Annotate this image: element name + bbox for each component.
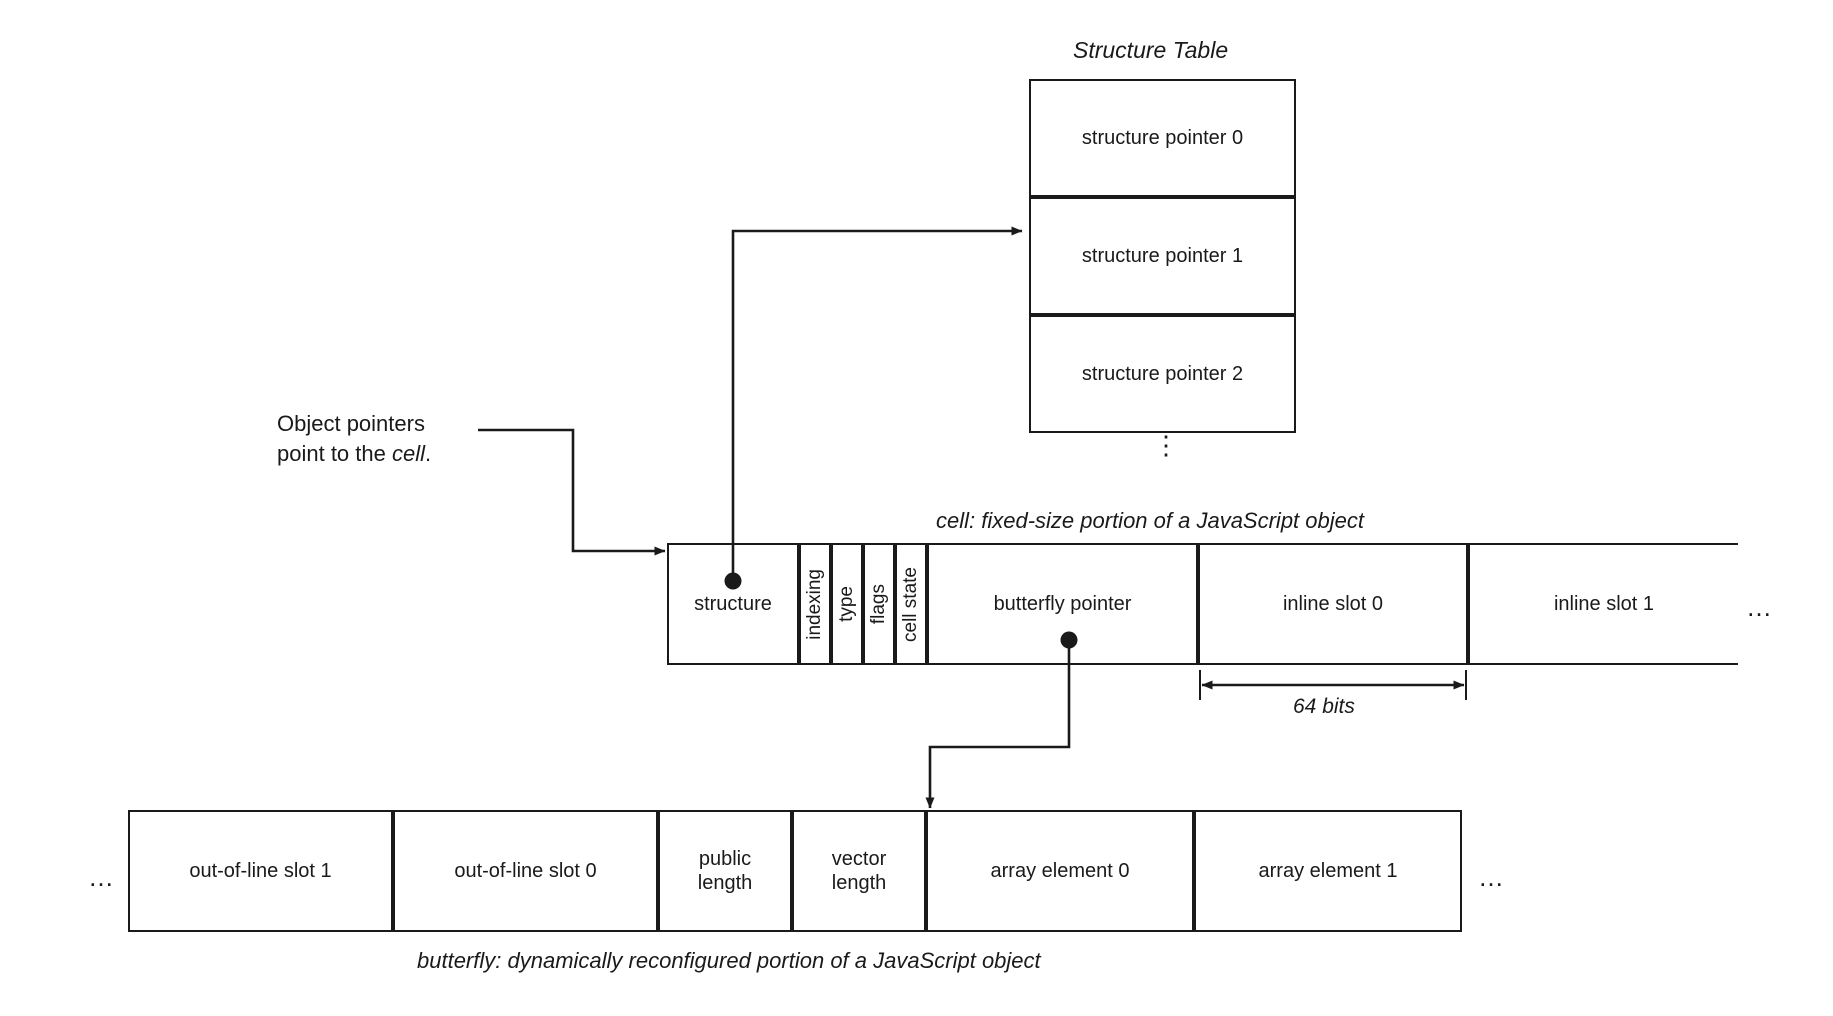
cell-field-indexing-label: indexing [803, 568, 825, 640]
structure-table-title: Structure Table [1073, 37, 1229, 63]
cell-field-inline-slot-0-label: inline slot 0 [1282, 593, 1384, 615]
cell-caption: cell: fixed-size portion of a JavaScript… [936, 508, 1364, 533]
object-pointer-annotation-line2-emphasis: cell [391, 440, 425, 466]
cell-field-flags-label: flags [867, 583, 889, 625]
structure-pointer-connector [724, 226, 1023, 590]
object-pointer-annotation-line1: Object pointers [277, 411, 425, 436]
object-pointer-annotation-line2-prefix: point to the [277, 440, 392, 466]
butterfly-field-array-element-1-label: array element 1 [1258, 860, 1398, 882]
butterfly-field-vector-length-label: vector length [831, 848, 887, 894]
cell-field-type: type [831, 543, 863, 665]
cell-field-cell-state-label: cell state [899, 566, 921, 642]
diagram-canvas: Structure Table structure pointer 0 stru… [0, 0, 1833, 1016]
structure-table-row-0-label: structure pointer 0 [1081, 127, 1244, 149]
cell-field-type-label: type [835, 586, 857, 622]
cell-field-inline-slot-1: inline slot 1 [1468, 543, 1738, 665]
cell-field-inline-slot-0: inline slot 0 [1198, 543, 1468, 665]
structure-table-row-0: structure pointer 0 [1029, 79, 1296, 197]
structure-table-row-1: structure pointer 1 [1029, 197, 1296, 315]
butterfly-field-out-of-line-slot-0: out-of-line slot 0 [393, 810, 658, 932]
cell-field-butterfly-pointer-label: butterfly pointer [993, 593, 1132, 615]
cell-row-trailing-ellipsis: … [1746, 592, 1774, 622]
object-pointer-annotation-line2-suffix: . [425, 440, 432, 466]
dimension-label-64-bits: 64 bits [1293, 695, 1355, 718]
butterfly-field-out-of-line-slot-1-label: out-of-line slot 1 [189, 860, 332, 882]
cell-field-inline-slot-1-label: inline slot 1 [1553, 593, 1655, 615]
cell-field-indexing: indexing [799, 543, 831, 665]
butterfly-field-public-length-label: public length [697, 848, 753, 894]
cell-field-butterfly-pointer: butterfly pointer [927, 543, 1198, 665]
butterfly-field-array-element-0-label: array element 0 [990, 860, 1130, 882]
butterfly-field-vector-length: vector length [792, 810, 926, 932]
butterfly-caption: butterfly: dynamically reconfigured port… [417, 948, 1041, 973]
structure-table-row-1-label: structure pointer 1 [1081, 245, 1244, 267]
butterfly-field-out-of-line-slot-0-label: out-of-line slot 0 [454, 860, 597, 882]
butterfly-field-public-length: public length [658, 810, 792, 932]
cell-field-structure-label: structure [694, 593, 772, 615]
structure-table-row-2-label: structure pointer 2 [1081, 363, 1244, 385]
cell-field-flags: flags [863, 543, 895, 665]
structure-table-row-2: structure pointer 2 [1029, 315, 1296, 433]
object-pointer-connector [478, 428, 666, 556]
cell-field-cell-state: cell state [895, 543, 927, 665]
butterfly-row-leading-ellipsis: … [88, 862, 116, 892]
structure-table-continuation-ellipsis: ⋮ [1153, 430, 1179, 460]
cell-field-structure: structure [667, 543, 799, 665]
butterfly-field-array-element-0: array element 0 [926, 810, 1194, 932]
butterfly-row-trailing-ellipsis: … [1478, 862, 1506, 892]
butterfly-field-array-element-1: array element 1 [1194, 810, 1462, 932]
butterfly-field-out-of-line-slot-1: out-of-line slot 1 [128, 810, 393, 932]
object-pointer-annotation: Object pointers point to the cell. [277, 409, 431, 468]
